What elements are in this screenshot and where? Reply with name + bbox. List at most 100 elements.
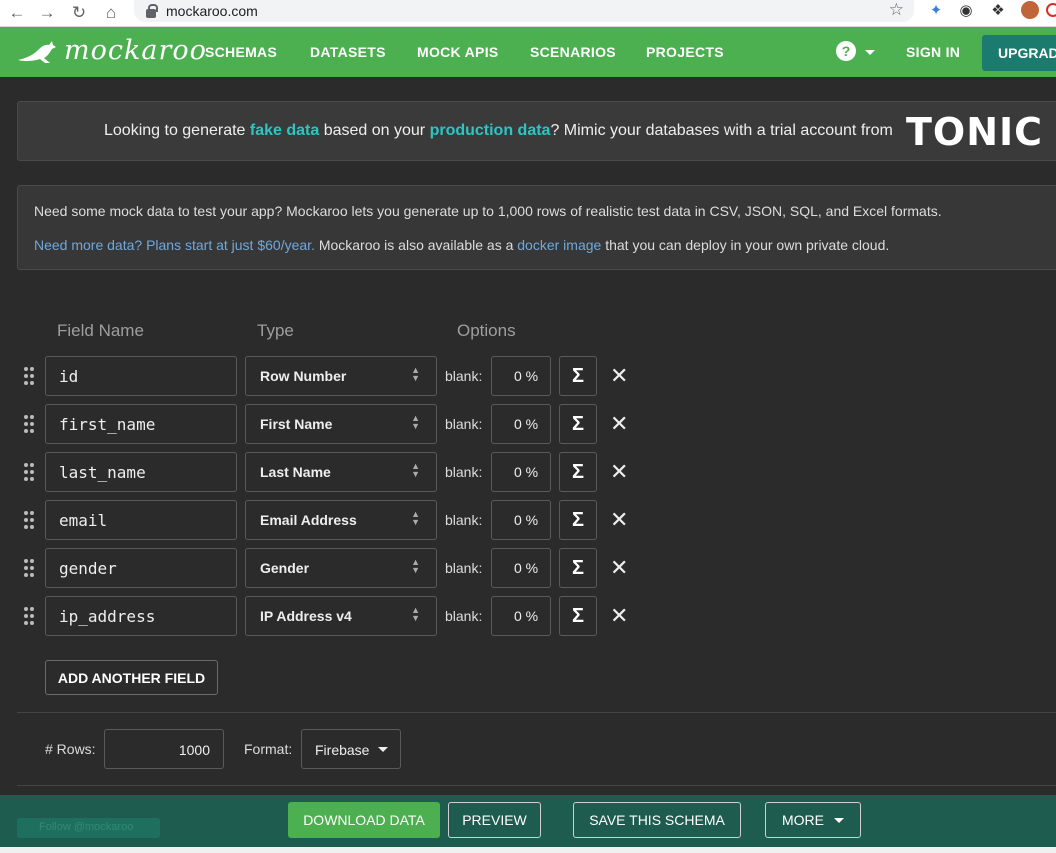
kangaroo-icon	[18, 40, 56, 63]
options-header: Options	[457, 321, 516, 340]
drag-handle-icon[interactable]	[24, 463, 34, 481]
preview-button[interactable]: PREVIEW	[448, 802, 541, 838]
remove-field-icon[interactable]: ✕	[610, 459, 628, 485]
more-button[interactable]: MORE	[765, 802, 861, 838]
field-row: id Row Number ▲ ▼ blank: 0 % Σ ✕	[0, 356, 700, 396]
blank-percent-input[interactable]: 0 %	[491, 596, 551, 636]
url-text: mockaroo.com	[166, 3, 258, 19]
select-arrows-icon: ▲ ▼	[411, 509, 420, 527]
drag-handle-icon[interactable]	[24, 559, 34, 577]
tonic-logo[interactable]: TONIC	[906, 110, 1043, 154]
formula-sigma-button[interactable]: Σ	[559, 452, 597, 492]
banner-text: Looking to generate fake data based on y…	[104, 122, 893, 139]
forward-icon[interactable]: →	[34, 3, 60, 23]
sign-in-link[interactable]: SIGN IN	[906, 44, 960, 60]
type-header: Type	[257, 321, 294, 340]
divider	[17, 785, 1056, 786]
nav-projects[interactable]: PROJECTS	[646, 44, 724, 60]
blank-percent-input[interactable]: 0 %	[491, 356, 551, 396]
nav-mock-apis[interactable]: MOCK APIS	[417, 44, 499, 60]
logo-text: mockaroo	[64, 35, 207, 66]
remove-field-icon[interactable]: ✕	[610, 411, 628, 437]
formula-sigma-button[interactable]: Σ	[559, 500, 597, 540]
address-bar[interactable]: mockaroo.com ☆	[134, 0, 914, 22]
drag-handle-icon[interactable]	[24, 607, 34, 625]
field-type-select[interactable]: Row Number ▲ ▼	[245, 356, 437, 396]
bookmark-star-icon[interactable]: ☆	[889, 0, 904, 20]
rows-label: # Rows:	[45, 741, 96, 757]
download-data-button[interactable]: DOWNLOAD DATA	[288, 802, 440, 838]
field-type-select[interactable]: Email Address ▲ ▼	[245, 500, 437, 540]
select-arrows-icon: ▲ ▼	[411, 605, 420, 623]
field-type-select[interactable]: IP Address v4 ▲ ▼	[245, 596, 437, 636]
formula-sigma-button[interactable]: Σ	[559, 596, 597, 636]
chevron-down-icon	[834, 817, 844, 823]
banner-highlight-fake-data: fake data	[249, 122, 320, 139]
field-row: last_name Last Name ▲ ▼ blank: 0 % Σ ✕	[0, 452, 700, 492]
select-arrows-icon: ▲ ▼	[411, 413, 420, 431]
field-type-select[interactable]: First Name ▲ ▼	[245, 404, 437, 444]
divider	[17, 712, 1056, 713]
mockaroo-logo[interactable]: mockaroo	[16, 35, 207, 66]
field-name-header: Field Name	[57, 321, 144, 340]
drag-handle-icon[interactable]	[24, 511, 34, 529]
format-label: Format:	[244, 741, 293, 757]
nav-datasets[interactable]: DATASETS	[310, 44, 386, 60]
formula-sigma-button[interactable]: Σ	[559, 548, 597, 588]
rows-input[interactable]: 1000	[104, 729, 224, 769]
upgrade-button[interactable]: UPGRADE	[982, 35, 1056, 71]
info-line-2: Need more data? Plans start at just $60/…	[34, 237, 890, 253]
blank-label: blank:	[445, 416, 483, 432]
blank-percent-input[interactable]: 0 %	[491, 452, 551, 492]
field-name-input[interactable]: email	[45, 500, 237, 540]
nav-schemas[interactable]: SCHEMAS	[205, 44, 277, 60]
profile-badge-icon[interactable]	[1046, 0, 1056, 20]
blank-percent-input[interactable]: 0 %	[491, 500, 551, 540]
blank-percent-input[interactable]: 0 %	[491, 548, 551, 588]
field-name-input[interactable]: ip_address	[45, 596, 237, 636]
reload-icon[interactable]: ↻	[66, 3, 92, 23]
remove-field-icon[interactable]: ✕	[610, 507, 628, 533]
follow-twitter-button[interactable]: Follow @mockaroo	[17, 818, 160, 838]
field-type-select[interactable]: Last Name ▲ ▼	[245, 452, 437, 492]
nav-scenarios[interactable]: SCENARIOS	[530, 44, 616, 60]
profile-avatar[interactable]	[1020, 0, 1040, 20]
remove-field-icon[interactable]: ✕	[610, 363, 628, 389]
format-select[interactable]: Firebase	[301, 729, 401, 769]
horizontal-scrollbar[interactable]	[0, 847, 1056, 853]
save-schema-button[interactable]: SAVE THIS SCHEMA	[573, 802, 741, 838]
info-box: Need some mock data to test your app? Mo…	[17, 185, 1056, 270]
info-line-1: Need some mock data to test your app? Mo…	[34, 203, 942, 219]
top-navbar: mockaroo SCHEMAS DATASETS MOCK APIS SCEN…	[0, 27, 1056, 77]
formula-sigma-button[interactable]: Σ	[559, 356, 597, 396]
browser-toolbar: ← → ↻ ⌂ mockaroo.com ☆ ✦ ◉ ❖	[0, 0, 1056, 27]
drag-handle-icon[interactable]	[24, 367, 34, 385]
docker-image-link[interactable]: docker image	[517, 237, 601, 253]
blank-label: blank:	[445, 608, 483, 624]
blank-label: blank:	[445, 560, 483, 576]
formula-sigma-button[interactable]: Σ	[559, 404, 597, 444]
field-type-select[interactable]: Gender ▲ ▼	[245, 548, 437, 588]
extension-feather-icon[interactable]: ✦	[926, 0, 946, 20]
format-value: Firebase	[315, 742, 370, 758]
extension-sync-icon[interactable]: ◉	[956, 0, 976, 20]
drag-handle-icon[interactable]	[24, 415, 34, 433]
field-name-input[interactable]: first_name	[45, 404, 237, 444]
field-type-value: First Name	[260, 416, 333, 432]
extensions-puzzle-icon[interactable]: ❖	[988, 0, 1008, 20]
help-icon[interactable]: ?	[836, 41, 856, 61]
back-icon[interactable]: ←	[4, 3, 30, 23]
field-type-value: Last Name	[260, 464, 331, 480]
plans-link[interactable]: Need more data? Plans start at just $60/…	[34, 237, 315, 253]
remove-field-icon[interactable]: ✕	[610, 555, 628, 581]
field-name-input[interactable]: gender	[45, 548, 237, 588]
add-another-field-button[interactable]: ADD ANOTHER FIELD	[45, 660, 218, 695]
remove-field-icon[interactable]: ✕	[610, 603, 628, 629]
field-name-input[interactable]: id	[45, 356, 237, 396]
field-type-value: Row Number	[260, 368, 347, 384]
help-dropdown-caret-icon[interactable]	[865, 50, 875, 55]
field-name-input[interactable]: last_name	[45, 452, 237, 492]
blank-percent-input[interactable]: 0 %	[491, 404, 551, 444]
home-icon[interactable]: ⌂	[98, 3, 124, 23]
tonic-banner[interactable]: Looking to generate fake data based on y…	[17, 101, 1056, 161]
